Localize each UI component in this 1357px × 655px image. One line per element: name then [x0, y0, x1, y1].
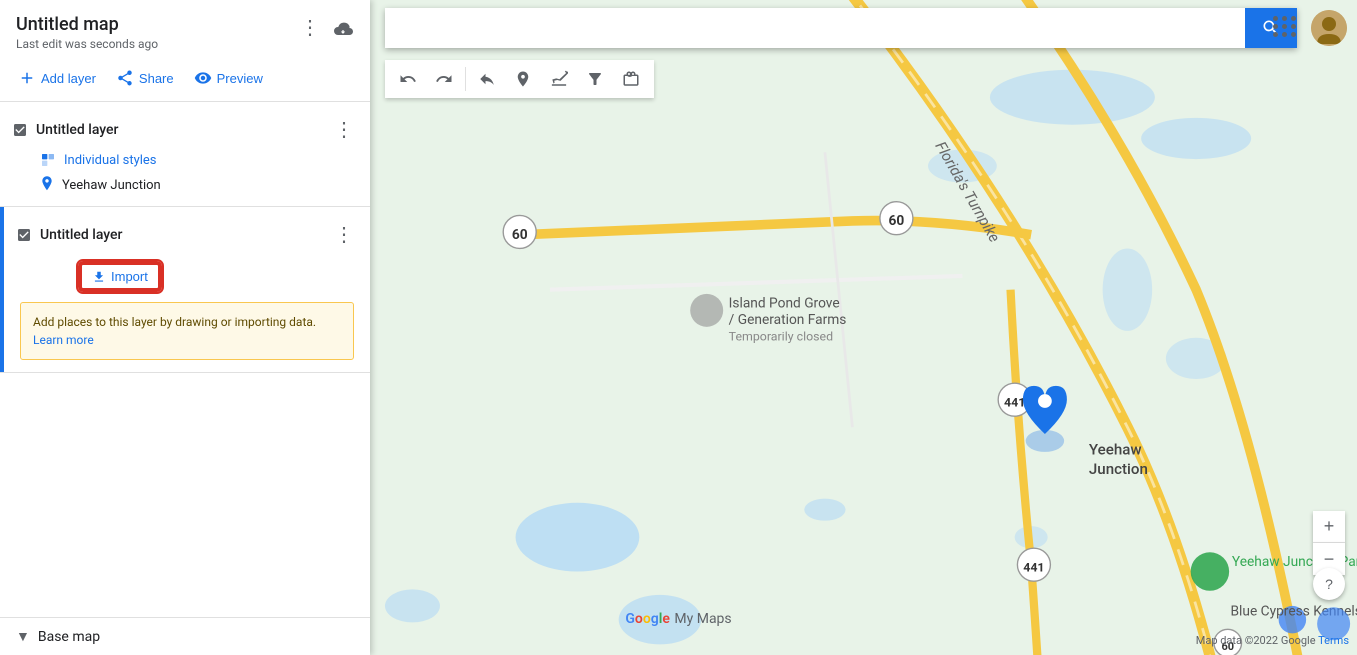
layer-1-checkbox[interactable] — [12, 122, 28, 138]
layer-1-header: Untitled layer ⋮ — [0, 112, 370, 148]
layer-1-menu-button[interactable]: ⋮ — [330, 116, 358, 144]
layer-2-checkbox[interactable] — [16, 227, 32, 243]
draw-shape-icon — [550, 70, 568, 88]
import-icon — [92, 270, 106, 284]
pin-icon — [514, 70, 532, 88]
layer-2-menu-button[interactable]: ⋮ — [330, 221, 358, 249]
search-input[interactable] — [385, 8, 1245, 48]
import-button[interactable]: Import — [80, 263, 160, 290]
top-bar — [385, 8, 1297, 48]
terms-link[interactable]: Terms — [1318, 634, 1349, 647]
layer-1-style-label: Individual styles — [64, 153, 157, 168]
zoom-controls: + − — [1313, 511, 1345, 575]
layer-2-title: Untitled layer — [40, 227, 123, 243]
map-title-area: Untitled map Last edit was seconds ago ⋮ — [0, 0, 370, 59]
filter-icon — [586, 70, 604, 88]
preview-button[interactable]: Preview — [192, 65, 265, 91]
layer-1-place-item[interactable]: Yeehaw Junction — [0, 172, 370, 198]
info-text: Add places to this layer by drawing or i… — [33, 315, 316, 329]
svg-text:/ Generation Farms: / Generation Farms — [729, 312, 847, 328]
basemap-section[interactable]: ▼ Base map — [0, 617, 370, 655]
user-avatar[interactable] — [1311, 10, 1347, 46]
place-pin-icon — [40, 176, 54, 194]
svg-text:Island Pond Grove: Island Pond Grove — [729, 296, 840, 312]
layer-2-section: Untitled layer ⋮ Import Add places to th… — [0, 207, 370, 373]
import-label: Import — [111, 269, 148, 284]
layer-1-section: Untitled layer ⋮ Individual styles Yeeha… — [0, 102, 370, 207]
pan-button[interactable] — [470, 66, 504, 92]
tool-separator-1 — [465, 67, 466, 91]
layers-area: Untitled layer ⋮ Individual styles Yeeha… — [0, 102, 370, 617]
sidebar: Untitled map Last edit was seconds ago ⋮… — [0, 0, 370, 655]
basemap-chevron-icon: ▼ — [16, 628, 30, 645]
import-btn-wrapper: Import — [40, 257, 354, 296]
map-last-edit: Last edit was seconds ago — [16, 37, 158, 51]
layer-2-header-left: Untitled layer — [16, 227, 123, 243]
layer-1-place-label: Yeehaw Junction — [62, 178, 161, 193]
svg-text:60: 60 — [889, 213, 905, 229]
map-title: Untitled map — [16, 14, 158, 35]
measure-icon — [622, 70, 640, 88]
svg-text:441: 441 — [1004, 397, 1025, 411]
undo-button[interactable] — [391, 66, 425, 92]
learn-more-link[interactable]: Learn more — [33, 333, 94, 347]
import-info-box: Add places to this layer by drawing or i… — [20, 302, 354, 360]
layer-1-title: Untitled layer — [36, 122, 119, 138]
share-button[interactable]: Share — [114, 65, 176, 91]
style-icon — [40, 152, 56, 168]
undo-icon — [399, 70, 417, 88]
svg-text:Junction: Junction — [1089, 460, 1148, 478]
map-tools — [385, 60, 654, 98]
pin-button[interactable] — [506, 66, 540, 92]
basemap-label: Base map — [38, 629, 100, 645]
apps-button[interactable] — [1269, 12, 1301, 41]
redo-icon — [435, 70, 453, 88]
layer-1-header-left: Untitled layer — [12, 122, 119, 138]
layer-1-style[interactable]: Individual styles — [0, 148, 370, 172]
map-menu-button[interactable]: ⋮ — [296, 14, 324, 42]
draw-shape-button[interactable] — [542, 66, 576, 92]
svg-text:60: 60 — [512, 227, 528, 243]
filter-button[interactable] — [578, 66, 612, 92]
zoom-in-button[interactable]: + — [1313, 511, 1345, 543]
map-title-text: Untitled map Last edit was seconds ago — [16, 14, 158, 51]
help-button[interactable]: ? — [1313, 568, 1345, 600]
avatar-image — [1311, 10, 1347, 46]
map-attribution: Map data ©2022 Google Terms — [1196, 634, 1349, 647]
svg-text:Yeehaw: Yeehaw — [1089, 441, 1142, 459]
toolbar-row: Add layer Share Preview — [0, 59, 370, 102]
layer-2-header: Untitled layer ⋮ — [4, 217, 370, 253]
pan-icon — [478, 70, 496, 88]
add-layer-button[interactable]: Add layer — [16, 65, 98, 91]
active-layer-indicator — [0, 207, 4, 372]
cloud-save-icon — [332, 20, 354, 41]
search-bar — [385, 8, 1297, 48]
svg-text:Temporarily closed: Temporarily closed — [729, 331, 833, 345]
svg-text:441: 441 — [1023, 562, 1044, 576]
measure-button[interactable] — [614, 66, 648, 92]
attribution-text: Map data ©2022 Google — [1196, 634, 1316, 647]
google-branding: Google My Maps — [625, 611, 731, 627]
redo-button[interactable] — [427, 66, 461, 92]
